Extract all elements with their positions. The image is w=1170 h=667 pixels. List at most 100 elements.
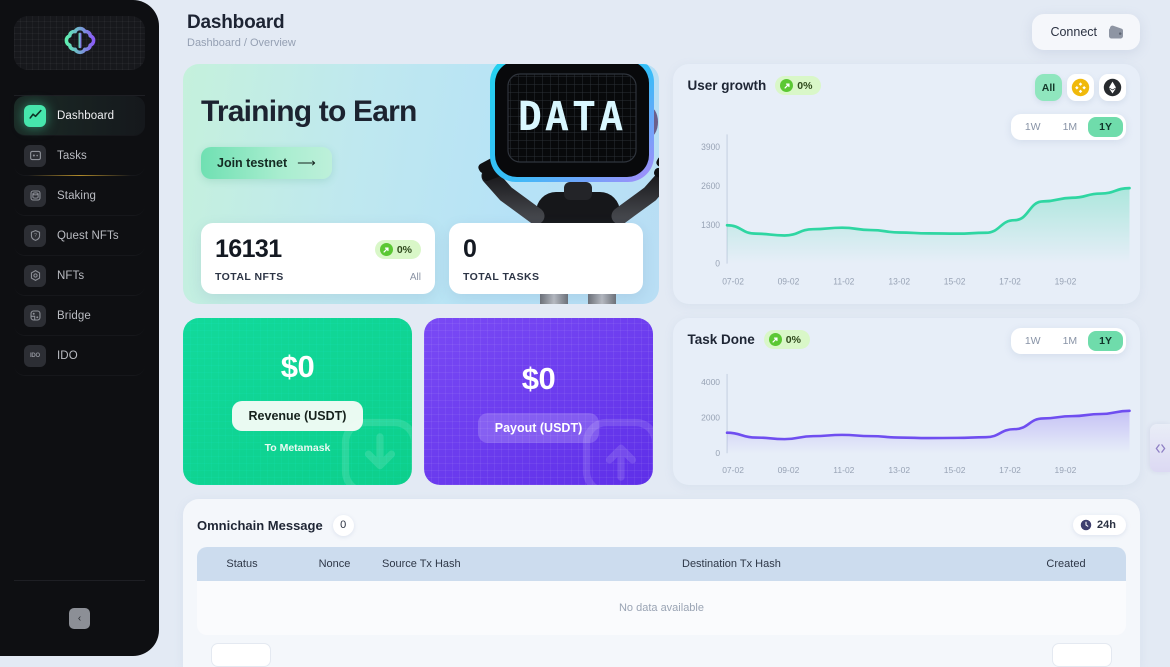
money-row: $0 Revenue (USDT) To Metamask $0 Payout … bbox=[183, 318, 659, 485]
svg-text:11-02: 11-02 bbox=[834, 276, 855, 286]
sidebar-item-ido[interactable]: IDO IDO bbox=[14, 336, 145, 376]
revenue-sublabel: To Metamask bbox=[264, 442, 331, 454]
growth-badge: 0% bbox=[374, 240, 421, 259]
logo-panel bbox=[14, 16, 145, 70]
stat-label: TOTAL NFTS bbox=[215, 271, 284, 283]
connect-wallet-button[interactable]: Connect bbox=[1032, 14, 1140, 50]
column-destination-tx: Destination Tx Hash bbox=[682, 558, 781, 570]
collapse-sidebar-button[interactable]: ‹ bbox=[69, 608, 90, 629]
table-title: Omnichain Message bbox=[197, 517, 323, 533]
clock-icon bbox=[1080, 519, 1092, 531]
expand-panel-tab[interactable] bbox=[1150, 424, 1170, 472]
chain-filter-all[interactable]: All bbox=[1035, 74, 1062, 101]
svg-text:4000: 4000 bbox=[702, 377, 721, 387]
stat-value: 0 bbox=[463, 235, 477, 263]
range-1w[interactable]: 1W bbox=[1014, 331, 1052, 351]
prev-page-button[interactable] bbox=[211, 643, 271, 667]
growth-badge: 0% bbox=[763, 330, 810, 349]
ethereum-icon bbox=[1103, 78, 1122, 97]
left-column: Training to Earn Join testnet ⟶ DATA 161… bbox=[183, 64, 660, 485]
sidebar-item-label: IDO bbox=[57, 349, 78, 362]
join-testnet-button[interactable]: Join testnet ⟶ bbox=[201, 147, 332, 179]
time-range-badge[interactable]: 24h bbox=[1073, 515, 1126, 535]
user-growth-chart-card: User growth 0% All 1W 1M 1Y 0 1300 2600 … bbox=[673, 64, 1140, 304]
stat-value: 16131 bbox=[215, 235, 282, 263]
column-source-tx: Source Tx Hash bbox=[382, 558, 461, 570]
sidebar: Dashboard Tasks Staking ? Quest NFTs NFT… bbox=[0, 0, 159, 656]
robot-screen-text: DATA bbox=[518, 94, 626, 140]
svg-text:2000: 2000 bbox=[702, 413, 721, 423]
brain-logo[interactable] bbox=[63, 26, 97, 60]
sidebar-item-quest-nfts[interactable]: ? Quest NFTs bbox=[14, 216, 145, 256]
expand-panel-icon bbox=[1155, 443, 1165, 453]
sidebar-item-label: Tasks bbox=[57, 149, 87, 162]
svg-text:13-02: 13-02 bbox=[889, 276, 911, 286]
download-arrow-icon bbox=[341, 418, 412, 485]
svg-text:19-02: 19-02 bbox=[1055, 276, 1077, 286]
svg-text:17-02: 17-02 bbox=[1000, 276, 1022, 286]
sidebar-item-nfts[interactable]: NFTs bbox=[14, 256, 145, 296]
task-done-plot: 0 2000 4000 07-02 09-02 11-02 13-02 15-02 17-02… bbox=[681, 368, 1132, 479]
ido-badge-icon: IDO bbox=[24, 344, 46, 367]
connect-label: Connect bbox=[1050, 25, 1097, 39]
column-nonce: Nonce bbox=[318, 558, 351, 570]
table: Status Nonce Source Tx Hash Destination … bbox=[197, 547, 1126, 635]
revenue-card: $0 Revenue (USDT) To Metamask bbox=[183, 318, 412, 485]
chain-filter-ethereum[interactable] bbox=[1099, 74, 1126, 101]
growth-value: 0% bbox=[785, 333, 801, 346]
chain-filter-group: All bbox=[1035, 74, 1126, 101]
stat-label: TOTAL TASKS bbox=[463, 271, 540, 283]
chart-title: Task Done bbox=[687, 332, 755, 347]
next-page-button[interactable] bbox=[1052, 643, 1112, 667]
trend-up-icon bbox=[768, 333, 782, 346]
growth-value: 0% bbox=[396, 243, 412, 256]
topbar: Dashboard Dashboard / Overview Connect bbox=[159, 0, 1170, 50]
sidebar-item-dashboard[interactable]: Dashboard bbox=[14, 96, 145, 136]
chart-line-icon bbox=[24, 104, 46, 127]
breadcrumb: Dashboard / Overview bbox=[187, 37, 296, 49]
svg-text:15-02: 15-02 bbox=[944, 465, 966, 475]
column-status: Status bbox=[226, 558, 258, 570]
wallet-icon bbox=[1109, 25, 1123, 39]
revenue-amount: $0 bbox=[280, 349, 315, 384]
checklist-icon bbox=[24, 144, 46, 167]
sidebar-item-label: NFTs bbox=[57, 269, 85, 282]
svg-text:2600: 2600 bbox=[702, 181, 721, 191]
svg-text:09-02: 09-02 bbox=[778, 276, 800, 286]
trend-up-icon bbox=[379, 243, 393, 256]
svg-text:07-02: 07-02 bbox=[723, 276, 745, 286]
stat-card-total-nfts: 16131 0% TOTAL NFTS All bbox=[201, 223, 435, 294]
page-title: Dashboard bbox=[187, 12, 285, 33]
table-header-row: Status Nonce Source Tx Hash Destination … bbox=[197, 547, 1126, 581]
hero-stat-row: 16131 0% TOTAL NFTS All 0 TOTAL TASKS bbox=[201, 223, 643, 294]
payout-amount: $0 bbox=[521, 360, 556, 396]
payout-card: $0 Payout (USDT) bbox=[424, 318, 653, 485]
trend-up-icon bbox=[780, 79, 794, 92]
svg-text:3900: 3900 bbox=[702, 142, 721, 152]
growth-value: 0% bbox=[797, 79, 813, 92]
svg-text:0: 0 bbox=[716, 259, 721, 269]
stat-card-total-tasks: 0 TOTAL TASKS bbox=[449, 223, 643, 294]
svg-text:0: 0 bbox=[716, 448, 721, 458]
task-done-chart-card: Task Done 0% 1W 1M 1Y 0 2000 4000 07-02 … bbox=[673, 318, 1140, 485]
time-range-label: 24h bbox=[1097, 519, 1116, 531]
table-empty-message: No data available bbox=[618, 602, 704, 614]
sidebar-item-bridge[interactable]: Bridge bbox=[14, 296, 145, 336]
table-count-badge: 0 bbox=[332, 514, 354, 536]
range-1y[interactable]: 1Y bbox=[1088, 331, 1123, 351]
sidebar-item-tasks[interactable]: Tasks bbox=[14, 136, 145, 176]
bnb-icon bbox=[1071, 78, 1090, 97]
svg-text:19-02: 19-02 bbox=[1055, 465, 1077, 475]
sidebar-footer: ‹ bbox=[14, 580, 145, 656]
range-1m[interactable]: 1M bbox=[1052, 331, 1089, 351]
sidebar-item-staking[interactable]: Staking bbox=[14, 176, 145, 216]
database-icon bbox=[24, 184, 46, 207]
svg-text:?: ? bbox=[34, 233, 37, 239]
main-content: Dashboard Dashboard / Overview Connect T… bbox=[159, 0, 1170, 667]
chart-title: User growth bbox=[687, 78, 767, 93]
chain-filter-bnb[interactable] bbox=[1067, 74, 1094, 101]
right-column: User growth 0% All 1W 1M 1Y 0 1300 2600 … bbox=[673, 64, 1140, 485]
pagination bbox=[197, 635, 1126, 667]
hexagon-icon bbox=[24, 264, 46, 287]
user-growth-plot: 0 1300 2600 3900 07-02 09-02 11-02 13-02 15-02 1… bbox=[681, 126, 1132, 298]
